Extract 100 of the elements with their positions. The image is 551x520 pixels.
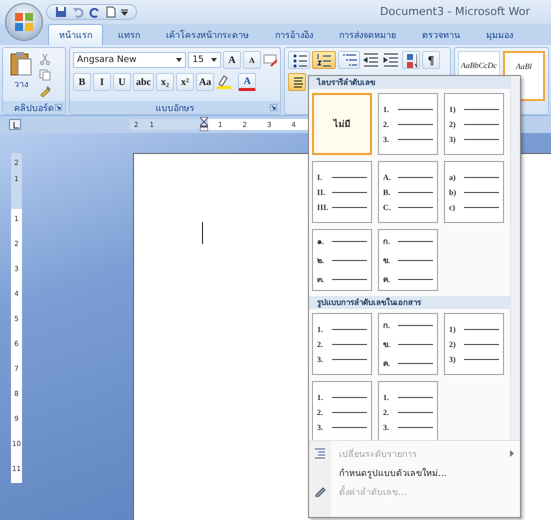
- dropdown-arrow-icon: [176, 58, 182, 62]
- numbering-option[interactable]: ก. ข. ค.: [378, 229, 438, 291]
- format-button[interactable]: U: [113, 73, 131, 91]
- section-heading: รูปแบบการลำดับเลขในเอกสาร: [309, 296, 510, 309]
- save-icon[interactable]: [55, 6, 67, 18]
- line-placeholder: [332, 328, 367, 330]
- office-button[interactable]: [5, 3, 43, 41]
- line-placeholder: [332, 206, 367, 208]
- ribbon-tab[interactable]: การส่งจดหมาย: [328, 24, 407, 45]
- format-button[interactable]: I: [93, 73, 111, 91]
- font-color-button[interactable]: A: [238, 73, 256, 91]
- number-marker: 2.: [317, 340, 324, 348]
- ribbon-tab[interactable]: เค้าโครงหน้ากระดาษ: [155, 24, 260, 45]
- numbering-option[interactable]: ก. ข. ค.: [378, 313, 438, 375]
- numbering-option[interactable]: a) b) c): [444, 161, 504, 223]
- redo-icon[interactable]: [89, 6, 101, 18]
- numbering-option[interactable]: 1. 2. 3.: [378, 93, 438, 155]
- dialog-launcher-icon[interactable]: [270, 104, 277, 111]
- number-marker: 1): [449, 324, 457, 334]
- menu-item[interactable]: กำหนดรูปแบบตัวเลขใหม่...: [309, 464, 520, 481]
- decrease-indent-icon[interactable]: [362, 51, 380, 69]
- paste-icon[interactable]: [9, 51, 33, 77]
- show-marks-button[interactable]: ¶: [422, 51, 440, 69]
- number-marker: A.: [383, 172, 392, 182]
- paste-label[interactable]: วาง: [14, 77, 28, 91]
- numbering-option[interactable]: ๑. ๒. ๓.: [312, 229, 372, 291]
- indent-marker-icon[interactable]: [200, 117, 208, 131]
- numbering-option[interactable]: 1. 2. 3.: [378, 381, 438, 440]
- line-placeholder: [398, 206, 433, 208]
- font-name-field[interactable]: Angsara New: [73, 52, 186, 68]
- number-marker: 3): [449, 354, 457, 364]
- increase-indent-icon[interactable]: [382, 51, 400, 69]
- tab-selector-icon[interactable]: [9, 119, 21, 130]
- number-marker: II.: [317, 188, 326, 196]
- format-painter-icon[interactable]: [39, 85, 51, 97]
- grow-font-button[interactable]: A: [222, 51, 241, 69]
- list-level-icon: [314, 447, 326, 459]
- number-marker: 1.: [317, 324, 324, 334]
- line-placeholder: [398, 176, 433, 178]
- number-marker: 2.: [383, 408, 390, 416]
- new-document-icon[interactable]: [106, 6, 116, 18]
- shrink-font-button[interactable]: A: [242, 51, 261, 69]
- office-logo-icon: [14, 12, 34, 32]
- number-marker: b): [449, 188, 458, 196]
- align-left-icon[interactable]: [288, 73, 306, 91]
- copy-icon[interactable]: [39, 69, 51, 81]
- clear-formatting-icon[interactable]: [262, 52, 277, 68]
- text-cursor: [202, 222, 203, 244]
- dialog-launcher-icon[interactable]: [55, 104, 62, 111]
- number-marker: 2): [449, 120, 457, 128]
- number-marker: a): [449, 172, 457, 182]
- numbering-option[interactable]: 1) 2) 3): [444, 313, 504, 375]
- dropdown-arrow-icon: [210, 58, 217, 62]
- line-placeholder: [398, 324, 433, 326]
- numbering-icon[interactable]: [312, 51, 336, 69]
- scrollbar[interactable]: [510, 76, 520, 440]
- ribbon-tab[interactable]: แทรก: [107, 24, 151, 45]
- window-title: Document3 - Microsoft Wor: [380, 5, 530, 18]
- line-placeholder: [332, 176, 367, 178]
- section-heading: ไลบรารีลำดับเลข: [309, 76, 510, 89]
- number-marker: 2): [449, 340, 457, 348]
- format-button[interactable]: Aa: [196, 73, 214, 91]
- format-button[interactable]: x²: [176, 73, 194, 91]
- ribbon-tab[interactable]: ตรวจทาน: [411, 24, 471, 45]
- line-placeholder: [332, 396, 367, 398]
- ribbon-tab[interactable]: การอ้างอิง: [264, 24, 324, 45]
- number-marker: C.: [383, 202, 392, 212]
- line-placeholder: [464, 328, 499, 330]
- numbering-option[interactable]: I. II. III.: [312, 161, 372, 223]
- format-button[interactable]: B: [73, 73, 91, 91]
- numbering-option[interactable]: 1. 2. 3.: [312, 381, 372, 440]
- format-button[interactable]: abc: [133, 73, 154, 91]
- number-marker: 1.: [383, 104, 390, 114]
- number-marker: I.: [317, 172, 324, 182]
- line-placeholder: [464, 108, 499, 110]
- submenu-arrow-icon: [510, 450, 514, 457]
- multilevel-list-icon[interactable]: [338, 51, 360, 69]
- cut-icon[interactable]: [39, 53, 51, 65]
- line-placeholder: [332, 240, 367, 242]
- format-button[interactable]: x₂: [156, 73, 174, 91]
- line-placeholder: [332, 358, 367, 360]
- number-marker: ๒.: [317, 254, 325, 266]
- number-marker: ก.: [383, 236, 391, 248]
- ribbon-tab[interactable]: หน้าแรก: [48, 24, 103, 45]
- pencil-icon: [314, 485, 326, 497]
- numbering-option[interactable]: 1. 2. 3.: [312, 313, 372, 375]
- customize-menu-icon[interactable]: [121, 8, 128, 16]
- numbering-option[interactable]: ไม่มี: [312, 93, 372, 155]
- bullets-icon[interactable]: [288, 51, 310, 69]
- font-size-field[interactable]: 15: [188, 52, 221, 68]
- number-marker: 1): [449, 104, 457, 114]
- line-placeholder: [398, 240, 433, 242]
- numbering-option[interactable]: A. B. C.: [378, 161, 438, 223]
- line-placeholder: [398, 138, 433, 140]
- sort-icon[interactable]: [402, 51, 420, 69]
- ribbon-tab[interactable]: มุมมอง: [475, 24, 524, 45]
- line-placeholder: [464, 358, 499, 360]
- line-placeholder: [332, 278, 367, 280]
- group-label: แบบอักษร: [156, 102, 194, 114]
- numbering-option[interactable]: 1) 2) 3): [444, 93, 504, 155]
